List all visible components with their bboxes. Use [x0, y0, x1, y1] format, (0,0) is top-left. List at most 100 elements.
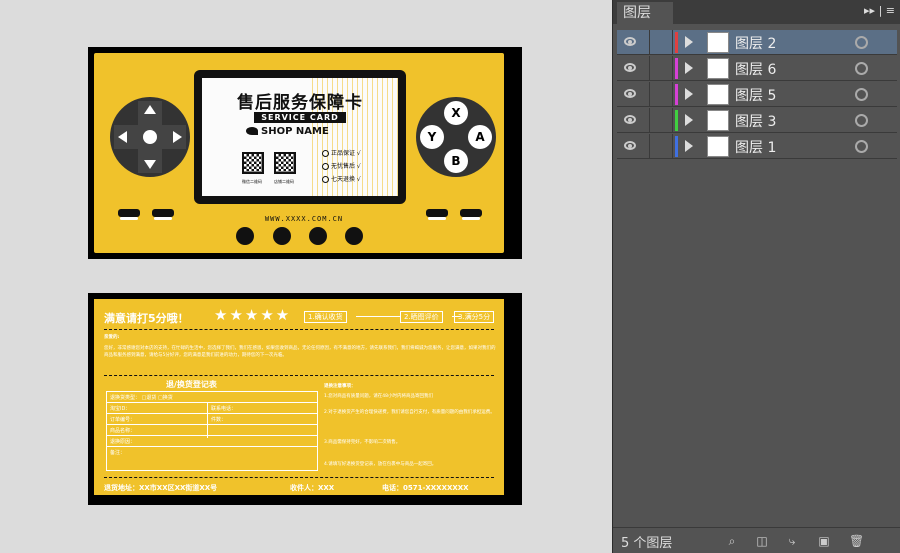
visibility-eye-icon[interactable]	[624, 141, 636, 150]
layers-panel: 图层 ▸▸ | ≡ 图层 2 图层 6 图层 5 图层 3 图层 1 5 个图层…	[612, 0, 900, 553]
form-row-reason: 退换原因：	[107, 436, 317, 447]
return-form: 退换货类型： □退货 □换货 淘宝ID： 订单编号： 商品名称： 退换原因： 备…	[106, 391, 318, 471]
round-button-1	[236, 227, 254, 245]
start-pill-right	[460, 209, 482, 220]
expand-arrow-icon[interactable]	[685, 36, 693, 48]
target-circle-icon[interactable]	[855, 114, 868, 127]
panel-menu-icon[interactable]: ▸▸ | ≡	[864, 4, 895, 17]
option-return: 退货	[146, 395, 157, 401]
rating-stars-icon: ★★★★★	[214, 306, 292, 324]
shop-name-text: SHOP NAME	[261, 126, 329, 137]
make-clip-mask-icon[interactable]: ◫	[755, 534, 769, 548]
visibility-eye-icon[interactable]	[624, 115, 636, 124]
target-circle-icon[interactable]	[855, 140, 868, 153]
option-exchange: 换货	[162, 395, 173, 401]
expand-arrow-icon[interactable]	[685, 88, 693, 100]
divider-middle	[104, 375, 494, 376]
layer-row[interactable]: 图层 3	[617, 108, 897, 133]
target-circle-icon[interactable]	[855, 88, 868, 101]
shop-url: WWW.XXXX.COM.CN	[264, 215, 344, 223]
step-score: 3.满分5分	[454, 311, 495, 323]
guarantee-genuine: 正品保证 √	[322, 148, 361, 157]
artboard-canvas[interactable]: 售后服务保障卡 SERVICE CARD SHOP NAME 微信二维码 店铺二…	[0, 0, 612, 553]
form-label: 退换原因：	[110, 439, 136, 445]
lock-toggle[interactable]	[649, 30, 673, 55]
card-back-face: 满意请打5分哦！ ★★★★★ 1.确认收货 2.晒图评价 3.满分5分 亲爱的:…	[94, 299, 504, 495]
expand-arrow-icon[interactable]	[685, 114, 693, 126]
lock-toggle[interactable]	[649, 134, 673, 159]
layer-name[interactable]: 图层 5	[735, 85, 776, 105]
layer-name[interactable]: 图层 6	[735, 59, 776, 79]
card-front-face: 售后服务保障卡 SERVICE CARD SHOP NAME 微信二维码 店铺二…	[94, 53, 504, 253]
layer-name[interactable]: 图层 1	[735, 137, 776, 157]
layer-thumbnail	[707, 32, 729, 53]
select-pill-left	[118, 209, 140, 220]
x-button-icon: X	[444, 101, 468, 125]
layer-row[interactable]: 图层 6	[617, 56, 897, 81]
form-phone-label: 联系电话：	[211, 406, 237, 412]
layer-row[interactable]: 图层 5	[617, 82, 897, 107]
note-4: 4.请填写好退换货登记表，放在包裹中与商品一起寄回。	[324, 462, 437, 467]
target-circle-icon[interactable]	[855, 36, 868, 49]
form-row-product: 商品名称：	[107, 425, 317, 436]
layer-color-bar	[675, 32, 678, 53]
layer-name[interactable]: 图层 3	[735, 111, 776, 131]
rating-heading: 满意请打5分哦！	[104, 312, 189, 325]
card-screen: 售后服务保障卡 SERVICE CARD SHOP NAME 微信二维码 店铺二…	[194, 70, 406, 204]
intro-text: 您好，非常感谢您对本店的支持，在忙碌的生活中，您选择了我们，我们在感恩，如果您收…	[104, 346, 496, 358]
layer-color-bar	[675, 84, 678, 105]
select-pill-right	[426, 209, 448, 220]
dpad-up-icon	[144, 105, 156, 114]
return-form-title: 退/换货登记表	[166, 380, 217, 389]
form-label: 退换货类型：	[110, 395, 141, 401]
card-title: 售后服务保障卡	[237, 93, 363, 113]
receiver: 收件人：XXX	[290, 484, 335, 492]
visibility-eye-icon[interactable]	[624, 89, 636, 98]
b-button-icon: B	[444, 149, 468, 173]
tab-layers[interactable]: 图层	[617, 2, 673, 24]
layer-row[interactable]: 图层 2	[617, 30, 897, 55]
dpad-down-icon	[144, 160, 156, 169]
layer-name[interactable]: 图层 2	[735, 33, 776, 53]
guarantee-aftersale: 无忧售后 √	[322, 161, 361, 170]
shop-logo-icon	[246, 127, 258, 135]
lock-toggle[interactable]	[649, 56, 673, 81]
shop-name: SHOP NAME	[246, 126, 366, 137]
a-button-icon: A	[468, 125, 492, 149]
layer-color-bar	[675, 110, 678, 131]
layer-row[interactable]: 图层 1	[617, 134, 897, 159]
panel-tab-bar: 图层 ▸▸ | ≡	[613, 0, 900, 24]
visibility-eye-icon[interactable]	[624, 37, 636, 46]
expand-arrow-icon[interactable]	[685, 140, 693, 152]
guarantee-text: 七天退换 √	[331, 176, 361, 183]
wechat-qr-label: 微信二维码	[242, 179, 262, 184]
layer-color-bar	[675, 136, 678, 157]
new-layer-icon[interactable]: ▣	[817, 534, 831, 548]
step-arrow-1	[356, 316, 400, 317]
service-card-back: 满意请打5分哦！ ★★★★★ 1.确认收货 2.晒图评价 3.满分5分 亲爱的:…	[88, 293, 522, 505]
visibility-eye-icon[interactable]	[624, 63, 636, 72]
round-button-2	[273, 227, 291, 245]
search-icon[interactable]: ⌕	[725, 534, 739, 548]
layer-color-bar	[675, 58, 678, 79]
dpad-center-icon	[143, 130, 157, 144]
guarantee-text: 无忧售后 √	[331, 163, 361, 170]
layer-thumbnail	[707, 84, 729, 105]
form-label: 淘宝ID：	[110, 406, 131, 412]
layer-thumbnail	[707, 136, 729, 157]
abxy-buttons-graphic: X Y A B	[416, 97, 496, 177]
new-sublayer-icon[interactable]: ⤷	[785, 534, 799, 548]
lock-toggle[interactable]	[649, 108, 673, 133]
dpad-right-icon	[173, 131, 182, 143]
panel-footer: 5 个图层 ⌕ ◫ ⤷ ▣ 🗑	[613, 527, 900, 553]
divider-top	[104, 329, 494, 330]
step-confirm: 1.确认收货	[304, 311, 347, 323]
target-circle-icon[interactable]	[855, 62, 868, 75]
return-address: 退货地址：XX市XX区XX街道XX号	[104, 484, 218, 492]
note-3: 3.商品需保持完好，不影响二次销售。	[324, 440, 401, 445]
y-button-icon: Y	[420, 125, 444, 149]
trash-icon[interactable]: 🗑	[849, 534, 864, 548]
expand-arrow-icon[interactable]	[685, 62, 693, 74]
form-label: 订单编号：	[110, 417, 136, 423]
lock-toggle[interactable]	[649, 82, 673, 107]
